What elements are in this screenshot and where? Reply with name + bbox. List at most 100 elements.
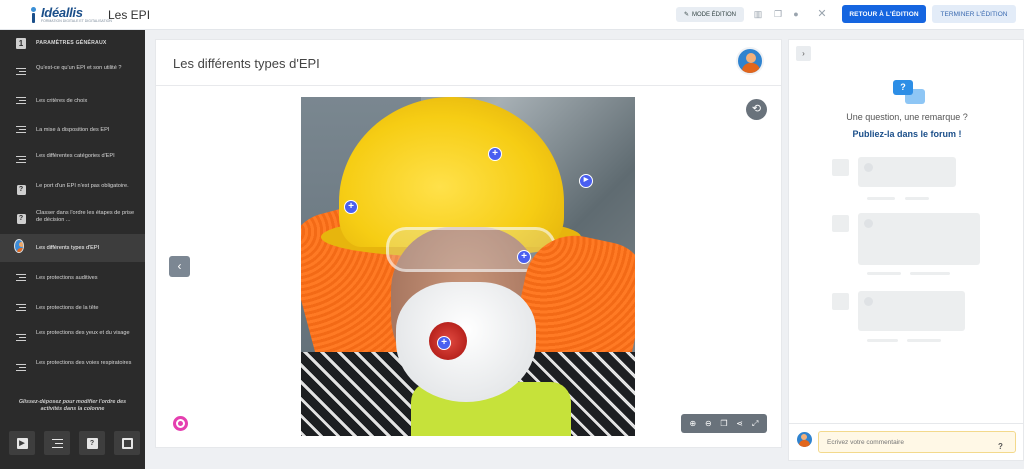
app-title: Les EPI	[108, 8, 151, 22]
sidebar-item-parametres[interactable]: 1 PARAMÈTRES GÉNÉRAUX	[0, 34, 145, 52]
share-icon[interactable]: ⋖	[734, 419, 746, 428]
app-logo[interactable]: Idéallis FORMATION DIGITALE ET DIGITALIS…	[30, 4, 112, 26]
placeholder-line	[867, 197, 895, 200]
activity-avatar[interactable]	[736, 47, 764, 75]
text-lines-icon	[16, 333, 26, 343]
sidebar-item-label: Les protections des yeux et du visage	[36, 330, 130, 336]
sidebar-item-label: Les différents types d'EPI	[36, 245, 100, 251]
previous-button[interactable]: ‹	[169, 256, 190, 277]
activity-card: Les différents types d'EPI ‹ ⟲ + ▶ + + +…	[155, 39, 782, 448]
sidebar-item-label: Les protections auditives	[36, 275, 98, 281]
sidebar-item-yeux[interactable]: Les protections des yeux et du visage	[0, 324, 145, 352]
forum-question: Une question, une remarque ?	[846, 112, 968, 122]
fullscreen-icon[interactable]: ⤢	[749, 419, 761, 429]
sidebar-item-voies-respiratoires[interactable]: Les protections des voies respiratoires	[0, 354, 145, 382]
sidebar-item-mise-a-disposition[interactable]: La mise à disposition des EPI	[0, 117, 145, 143]
pencil-icon: ✎	[683, 12, 689, 18]
sidebar-item-label: Les protections des voies respiratoires	[36, 360, 132, 366]
placeholder-bubble	[858, 291, 965, 331]
help-icon[interactable]: ?	[998, 442, 1003, 451]
user-avatar	[797, 432, 812, 447]
add-question-button[interactable]: ?	[79, 431, 105, 455]
add-video-button[interactable]: ▶	[9, 431, 35, 455]
hotspot-glove[interactable]: +	[344, 200, 358, 214]
retour-edition-button[interactable]: RETOUR À L'ÉDITION	[842, 5, 926, 23]
placeholder-line	[867, 272, 901, 275]
brand-badge-icon	[173, 416, 188, 431]
logo-tagline: FORMATION DIGITALE ET DIGITALISATION	[41, 19, 112, 24]
sidebar-item-auditives[interactable]: Les protections auditives	[0, 264, 145, 292]
placeholder-bubble	[858, 213, 980, 265]
placeholder-line	[905, 197, 929, 200]
add-expand-button[interactable]	[114, 431, 140, 455]
sidebar-item-label: Qu'est-ce qu'un EPI et son utilité ?	[36, 65, 122, 71]
sidebar-item-port-epi[interactable]: ? Le port d'un EPI n'est pas obligatoire…	[0, 176, 145, 204]
text-lines-icon	[16, 303, 26, 313]
question-icon: ?	[16, 185, 26, 195]
placeholder-avatar	[832, 293, 849, 310]
text-lines-icon	[16, 273, 26, 283]
question-icon: ?	[16, 214, 26, 224]
mode-edition-label: MODE ÉDITION	[692, 11, 737, 18]
layers-icon[interactable]: ❐	[718, 419, 730, 428]
stats-icon[interactable]: ▥	[753, 9, 763, 19]
sidebar-item-label: Classer dans l'ordre les étapes de prise…	[36, 210, 135, 223]
question-icon: ?	[86, 437, 98, 449]
hotspot-video[interactable]: ▶	[579, 174, 593, 188]
top-bar: Idéallis FORMATION DIGITALE ET DIGITALIS…	[0, 0, 1024, 30]
sidebar-item-label: La mise à disposition des EPI	[36, 127, 110, 133]
sidebar-item-label: Les différentes catégories d'EPI	[36, 153, 115, 159]
rotate-button[interactable]: ⟲	[746, 99, 767, 120]
add-text-button[interactable]	[44, 431, 70, 455]
comment-input[interactable]	[818, 431, 1016, 453]
image-toolbar: ⊕ ⊖ ❐ ⋖ ⤢	[681, 414, 767, 433]
activities-sidebar: 1 PARAMÈTRES GÉNÉRAUX Qu'est-ce qu'un EP…	[0, 30, 145, 469]
chevron-left-icon: ‹	[177, 259, 182, 273]
text-lines-icon	[16, 363, 26, 373]
placeholder-avatar	[832, 215, 849, 232]
avatar-icon	[14, 239, 24, 253]
number-one-icon: 1	[16, 37, 26, 49]
close-icon[interactable]: ✕	[817, 9, 827, 20]
forum-cta[interactable]: Publiez-la dans le forum !	[789, 129, 1024, 139]
sidebar-item-categories[interactable]: Les différentes catégories d'EPI	[0, 146, 145, 174]
add-activity-toolbar: ▶ ?	[9, 431, 140, 455]
sidebar-item-label: PARAMÈTRES GÉNÉRAUX	[36, 40, 107, 46]
hotspot-goggles[interactable]: +	[517, 250, 531, 264]
video-icon: ▶	[16, 437, 28, 449]
text-lines-icon	[16, 96, 26, 106]
chat-icon: ?	[893, 80, 925, 106]
logo-mark-icon	[30, 7, 38, 23]
activity-header: Les différents types d'EPI	[156, 40, 781, 86]
hotspot-mask[interactable]: +	[437, 336, 451, 350]
reorder-hint: Glissez-déposez pour modifier l'ordre de…	[18, 399, 127, 412]
placeholder-line	[907, 339, 941, 342]
placeholder-avatar	[832, 159, 849, 176]
text-lines-icon	[16, 125, 26, 135]
sidebar-item-tete[interactable]: Les protections de la tête	[0, 294, 145, 322]
sidebar-item-criteres[interactable]: Les critères de choix	[0, 88, 145, 114]
text-lines-icon	[16, 155, 26, 165]
zoom-in-icon[interactable]: ⊕	[687, 419, 699, 428]
copy-icon[interactable]: ❐	[773, 9, 783, 19]
text-lines-icon	[16, 67, 26, 77]
sidebar-item-types-epi[interactable]: Les différents types d'EPI	[0, 234, 145, 262]
collapse-panel-button[interactable]: ›	[796, 46, 811, 61]
sidebar-item-quest-ce[interactable]: Qu'est-ce qu'un EPI et son utilité ?	[0, 58, 145, 86]
sidebar-item-label: Les critères de choix	[36, 98, 88, 104]
placeholder-line	[867, 339, 898, 342]
placeholder-bubble	[858, 157, 956, 187]
chevron-right-icon: ›	[802, 49, 805, 58]
comment-composer: ?	[789, 423, 1023, 460]
hotspot-helmet[interactable]: +	[488, 147, 502, 161]
info-icon[interactable]: ●	[791, 9, 801, 19]
expand-icon	[121, 437, 133, 449]
mode-edition-button[interactable]: ✎ MODE ÉDITION	[676, 7, 744, 22]
placeholder-line	[910, 272, 950, 275]
zoom-out-icon[interactable]: ⊖	[702, 419, 714, 428]
forum-panel: › ? Une question, une remarque ? Publiez…	[788, 39, 1024, 461]
sidebar-item-classer[interactable]: ? Classer dans l'ordre les étapes de pri…	[0, 204, 145, 234]
logo-name: Idéallis	[41, 5, 83, 21]
terminer-edition-button[interactable]: TERMINER L'ÉDITION	[932, 5, 1016, 23]
worker-ppe-image	[301, 97, 635, 436]
